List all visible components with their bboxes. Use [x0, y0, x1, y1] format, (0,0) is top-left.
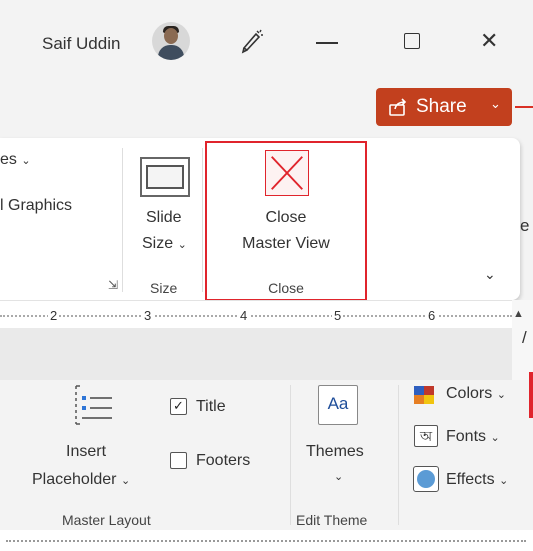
scroll-up-icon[interactable]: ▲	[513, 308, 524, 320]
group-separator	[398, 385, 399, 525]
title-checkbox-label[interactable]: Title	[196, 397, 226, 417]
insert-placeholder-label-2: Placeholder	[32, 471, 117, 488]
divider	[515, 106, 533, 108]
chevron-down-icon: ⌄	[120, 475, 131, 487]
chevron-down-icon: ⌄	[490, 432, 500, 444]
gray-band	[0, 328, 512, 380]
close-group-label: Close	[268, 280, 304, 296]
close-master-view-icon[interactable]	[265, 150, 309, 196]
maximize-icon[interactable]	[404, 33, 420, 49]
chevron-down-icon: ⌄	[21, 155, 31, 167]
slide-size-text: Size	[142, 235, 174, 252]
chevron-down-icon: ⌄	[177, 239, 187, 251]
footers-checkbox-label[interactable]: Footers	[196, 451, 250, 471]
edit-theme-group-label: Edit Theme	[296, 512, 368, 528]
user-name[interactable]: Saif Uddin	[42, 34, 120, 54]
group-separator	[122, 148, 123, 292]
colors-button[interactable]: Colors ⌄	[446, 384, 506, 405]
checkmark-icon: ✓	[173, 398, 184, 413]
slide-size-icon[interactable]	[140, 157, 190, 197]
insert-placeholder-button[interactable]: Placeholder ⌄	[32, 470, 130, 491]
ruler: 2 3 4 5 6	[0, 300, 512, 328]
insert-placeholder-label-1[interactable]: Insert	[66, 442, 106, 462]
ruler-number: 6	[426, 308, 438, 323]
title-checkbox[interactable]: ✓	[170, 398, 187, 415]
bottom-ruler	[0, 530, 533, 551]
effects-button[interactable]: Effects ⌄	[446, 470, 508, 491]
themes-icon[interactable]: Aa	[318, 385, 358, 425]
share-label: Share	[416, 96, 467, 117]
effects-label: Effects	[446, 471, 495, 488]
collapse-ribbon-icon[interactable]: ⌄	[484, 266, 496, 283]
chevron-down-icon: ⌄	[334, 471, 344, 483]
insert-placeholder-icon[interactable]	[72, 382, 116, 428]
chevron-down-icon: ⌄	[499, 475, 509, 487]
fonts-label: Fonts	[446, 428, 487, 445]
effects-icon[interactable]	[413, 466, 439, 492]
close-window-icon[interactable]: ✕	[480, 28, 498, 54]
share-button[interactable]: Share ⌄	[376, 88, 512, 126]
slide-size-label-2[interactable]: Size ⌄	[142, 234, 187, 255]
ruler-number: 4	[238, 308, 250, 323]
footers-checkbox[interactable]	[170, 452, 187, 469]
ruler-number: 5	[332, 308, 344, 323]
partial-slash: /	[522, 328, 527, 347]
ribbon-partial-dropdown[interactable]: es ⌄	[0, 150, 31, 171]
size-group-label: Size	[150, 280, 178, 296]
ribbon-graphics-label[interactable]: l Graphics	[0, 196, 72, 216]
ruler-number: 2	[48, 308, 60, 323]
slide-size-button[interactable]: Slide	[146, 208, 182, 228]
dialog-launcher-icon[interactable]: ⇲	[108, 278, 118, 292]
group-separator	[202, 148, 203, 292]
close-master-label-2: Master View	[242, 235, 330, 252]
group-separator	[290, 385, 291, 525]
close-master-label-1: Close	[265, 209, 307, 226]
share-icon	[389, 98, 407, 116]
partial-label: e	[520, 216, 530, 235]
slide-size-label-1: Slide	[146, 209, 182, 226]
avatar[interactable]	[152, 22, 190, 60]
fonts-icon[interactable]: অ	[414, 425, 438, 447]
themes-button[interactable]: Themes	[306, 442, 364, 462]
close-master-view-button[interactable]: Close Master View	[205, 208, 367, 254]
master-layout-group-label: Master Layout	[62, 512, 151, 528]
minimize-icon[interactable]	[316, 42, 338, 44]
fonts-button[interactable]: Fonts ⌄	[446, 427, 500, 448]
ribbon-partial-label: es	[0, 151, 17, 168]
pen-icon[interactable]	[238, 28, 264, 54]
colors-label: Colors	[446, 385, 493, 402]
colors-icon[interactable]	[412, 384, 438, 406]
ruler-number: 3	[142, 308, 154, 323]
chevron-down-icon: ⌄	[496, 389, 506, 401]
highlight-edge	[529, 372, 533, 418]
chevron-down-icon: ⌄	[490, 96, 501, 111]
